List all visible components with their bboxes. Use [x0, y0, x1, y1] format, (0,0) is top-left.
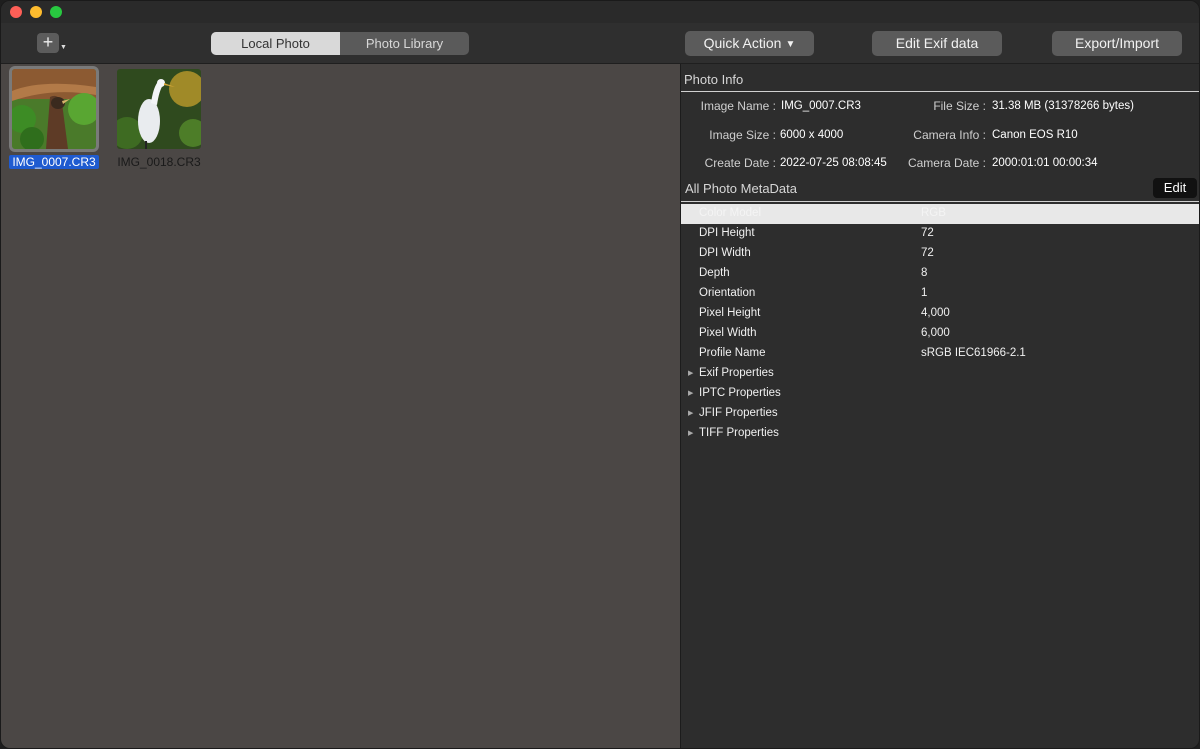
source-segmented-control: Local Photo Photo Library [211, 32, 469, 55]
camera-info-label: Camera Info : [913, 128, 986, 142]
photo-filename: IMG_0018.CR3 [117, 155, 201, 169]
metadata-value: RGB [921, 207, 946, 219]
metadata-group-label: IPTC Properties [699, 387, 781, 399]
metadata-list: Color Model RGB DPI Height 72 DPI Width … [681, 204, 1199, 444]
photo-browser: IMG_0007.CR3 IMG_0018.CR3 [1, 64, 680, 748]
metadata-row[interactable]: Color Model RGB [681, 204, 1199, 224]
metadata-row[interactable]: Orientation 1 [681, 284, 1199, 304]
disclosure-triangle-icon[interactable]: ▶ [688, 409, 693, 417]
image-size-value: 6000 x 4000 [780, 129, 844, 141]
metadata-key: Orientation [699, 287, 756, 299]
metadata-group-jfif[interactable]: ▶ JFIF Properties [681, 404, 1199, 424]
app-window: + ▼ Local Photo Photo Library Quick Acti… [0, 0, 1200, 749]
edit-metadata-button[interactable]: Edit [1153, 178, 1197, 198]
title-bar [1, 1, 1199, 23]
image-size-label: Image Size : [709, 128, 776, 142]
tab-local-photo[interactable]: Local Photo [211, 32, 340, 55]
camera-date-value: 2000:01:01 00:00:34 [992, 157, 1098, 169]
metadata-row[interactable]: Profile Name sRGB IEC61966-2.1 [681, 344, 1199, 364]
metadata-row[interactable]: DPI Height 72 [681, 224, 1199, 244]
file-size-value: 31.38 MB (31378266 bytes) [992, 100, 1134, 112]
metadata-key: Depth [699, 267, 730, 279]
metadata-key: Color Model [699, 207, 761, 219]
metadata-row[interactable]: Pixel Width 6,000 [681, 324, 1199, 344]
export-import-button[interactable]: Export/Import [1052, 31, 1182, 56]
metadata-key: DPI Width [699, 247, 751, 259]
metadata-group-label: JFIF Properties [699, 407, 778, 419]
metadata-value: 72 [921, 247, 934, 259]
metadata-value: 8 [921, 267, 928, 279]
close-window-button[interactable] [10, 6, 22, 18]
metadata-key: DPI Height [699, 227, 755, 239]
create-date-value: 2022-07-25 08:08:45 [780, 157, 887, 169]
metadata-group-label: Exif Properties [699, 367, 774, 379]
quick-action-label: Quick Action [703, 35, 782, 51]
chevron-down-icon: ▼ [785, 39, 796, 50]
minimize-window-button[interactable] [30, 6, 42, 18]
quick-action-button[interactable]: Quick Action ▼ [685, 31, 814, 56]
metadata-key: Pixel Width [699, 327, 757, 339]
photo-filename: IMG_0007.CR3 [9, 155, 99, 169]
metadata-value: 72 [921, 227, 934, 239]
info-panel: Photo Info Image Name : IMG_0007.CR3 Fil… [680, 64, 1199, 748]
egret-image [117, 69, 201, 149]
image-name-label: Image Name : [700, 99, 776, 113]
metadata-group-tiff[interactable]: ▶ TIFF Properties [681, 424, 1199, 444]
tab-photo-library[interactable]: Photo Library [340, 32, 469, 55]
metadata-value: 4,000 [921, 307, 950, 319]
all-metadata-title: All Photo MetaData [685, 181, 798, 196]
file-size-label: File Size : [933, 99, 986, 113]
edit-exif-button[interactable]: Edit Exif data [872, 31, 1002, 56]
disclosure-triangle-icon[interactable]: ▶ [688, 369, 693, 377]
divider [681, 201, 1199, 202]
camera-info-value: Canon EOS R10 [992, 129, 1078, 141]
bird-on-branch-image [12, 69, 96, 149]
metadata-row[interactable]: Depth 8 [681, 264, 1199, 284]
photo-thumbnail[interactable]: IMG_0018.CR3 [114, 66, 204, 169]
metadata-group-iptc[interactable]: ▶ IPTC Properties [681, 384, 1199, 404]
plus-icon: + [42, 32, 54, 52]
metadata-value: 6,000 [921, 327, 950, 339]
add-menu-caret-icon[interactable]: ▼ [60, 44, 67, 51]
metadata-key: Profile Name [699, 347, 766, 359]
toolbar: + ▼ Local Photo Photo Library Quick Acti… [1, 23, 1199, 64]
metadata-row[interactable]: Pixel Height 4,000 [681, 304, 1199, 324]
metadata-group-label: TIFF Properties [699, 427, 779, 439]
create-date-label: Create Date : [704, 156, 776, 170]
zoom-window-button[interactable] [50, 6, 62, 18]
metadata-key: Pixel Height [699, 307, 761, 319]
metadata-value: 1 [921, 287, 928, 299]
thumbnail-frame [9, 66, 99, 152]
image-name-value: IMG_0007.CR3 [781, 100, 861, 112]
metadata-group-exif[interactable]: ▶ Exif Properties [681, 364, 1199, 384]
add-photo-button[interactable]: + [37, 33, 59, 53]
disclosure-triangle-icon[interactable]: ▶ [688, 389, 693, 397]
metadata-row[interactable]: DPI Width 72 [681, 244, 1199, 264]
divider [681, 91, 1199, 92]
photo-thumbnail[interactable]: IMG_0007.CR3 [9, 66, 99, 169]
camera-date-label: Camera Date : [907, 156, 986, 170]
metadata-value: sRGB IEC61966-2.1 [921, 347, 1026, 359]
thumbnail-frame [114, 66, 204, 152]
photo-info-title: Photo Info [684, 72, 744, 87]
disclosure-triangle-icon[interactable]: ▶ [688, 429, 693, 437]
